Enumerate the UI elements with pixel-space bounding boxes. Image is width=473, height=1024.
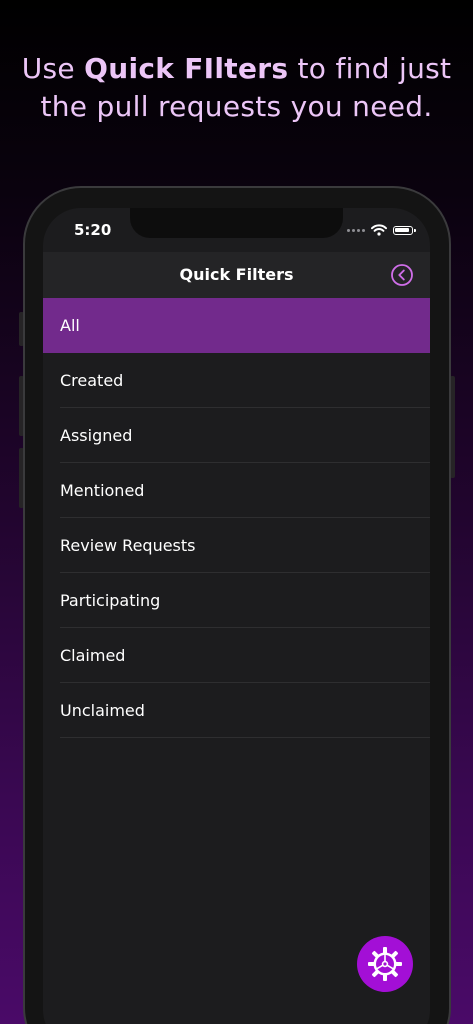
phone-screen: 5:20 Quick Filters All Created Assigned … — [43, 208, 430, 1024]
filter-item-assigned[interactable]: Assigned — [43, 408, 430, 463]
status-icons — [347, 224, 416, 236]
circle-chevron-left-icon[interactable] — [391, 264, 413, 286]
notch — [130, 208, 343, 238]
filter-item-label: Assigned — [60, 426, 133, 445]
marketing-headline: Use Quick FIlters to find just the pull … — [0, 50, 473, 126]
headline-text-pre: Use — [21, 52, 85, 85]
status-time: 5:20 — [74, 221, 112, 239]
nav-title: Quick Filters — [179, 265, 294, 284]
filter-item-review-requests[interactable]: Review Requests — [43, 518, 430, 573]
filter-item-participating[interactable]: Participating — [43, 573, 430, 628]
navigation-bar: Quick Filters — [43, 252, 430, 298]
settings-fab-button[interactable] — [357, 936, 413, 992]
wifi-icon — [371, 224, 387, 236]
signal-dots-icon — [347, 228, 365, 232]
filter-item-mentioned[interactable]: Mentioned — [43, 463, 430, 518]
quick-filter-list: All Created Assigned Mentioned Review Re… — [43, 298, 430, 738]
settings-gear-icon — [368, 947, 402, 981]
headline-text-post: to find just — [288, 52, 452, 85]
filter-item-label: Mentioned — [60, 481, 145, 500]
filter-item-label: All — [60, 316, 80, 335]
battery-icon — [393, 225, 416, 235]
filter-item-claimed[interactable]: Claimed — [43, 628, 430, 683]
filter-item-label: Participating — [60, 591, 161, 610]
headline-text-bold: Quick FIlters — [84, 52, 289, 85]
filter-item-label: Claimed — [60, 646, 126, 665]
headline-line-1: Use Quick FIlters to find just — [0, 50, 473, 88]
filter-item-unclaimed[interactable]: Unclaimed — [43, 683, 430, 738]
filter-item-label: Unclaimed — [60, 701, 145, 720]
filter-item-label: Created — [60, 371, 124, 390]
headline-line-2: the pull requests you need. — [40, 90, 433, 123]
filter-item-label: Review Requests — [60, 536, 196, 555]
filter-item-all[interactable]: All — [43, 298, 430, 353]
filter-item-created[interactable]: Created — [43, 353, 430, 408]
